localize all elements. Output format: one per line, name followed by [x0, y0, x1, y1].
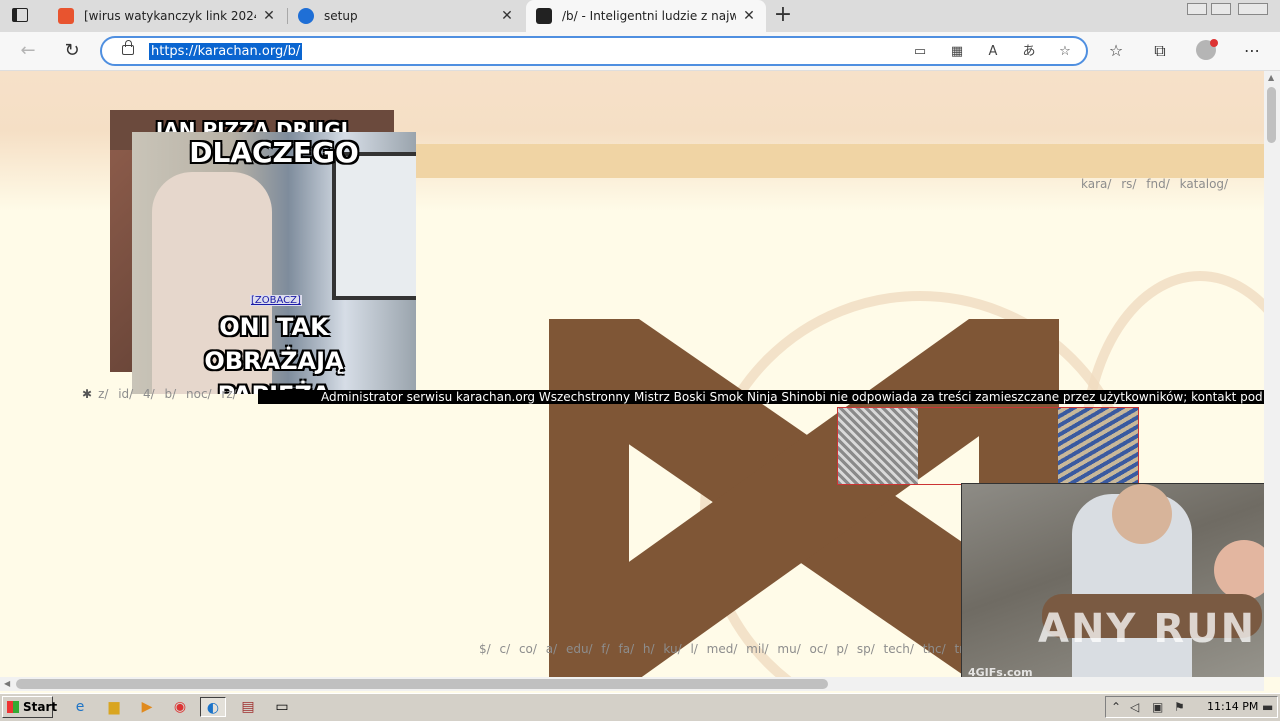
admin-banner-text: Administrator serwisu karachan.org Wszec… [321, 390, 1264, 404]
start-button[interactable]: Start [2, 696, 57, 718]
ad-image-front[interactable]: DLACZEGO [ZOBACZ] ONI TAK OBRAŻAJĄ PAPIE… [132, 132, 416, 394]
tab-wirus[interactable]: [wirus watykanczyk link 2024 do ✕ [48, 0, 286, 32]
clock[interactable]: 11:14 PM [1207, 700, 1258, 713]
gif-watermark: 4GIFs.com [968, 666, 1033, 677]
refresh-button[interactable]: ↻ [60, 39, 84, 63]
winrar-icon[interactable]: ▤ [237, 697, 259, 717]
board-nav-side[interactable]: ✱ z/ id/ 4/ b/ noc/ rz/ [82, 387, 237, 401]
read-aloud-icon[interactable]: A [983, 43, 1003, 61]
lock-icon[interactable] [122, 40, 134, 55]
address-bar[interactable]: https://karachan.org/b/ ▭ ▦ A あ ☆ [100, 36, 1088, 66]
zobacz-link[interactable]: [ZOBACZ] [250, 295, 302, 306]
collections-icon[interactable]: ⧉ [1148, 39, 1172, 63]
translate-icon[interactable]: あ [1019, 43, 1039, 61]
minimize-button[interactable] [1187, 3, 1207, 15]
tab-karachan-b[interactable]: /b/ - Inteligentni ludzie z najwyż ✕ [526, 0, 766, 32]
more-icon[interactable]: ⋯ [1240, 39, 1264, 63]
anyrun-watermark: ANY RUN [1038, 606, 1257, 652]
add-favorite-icon[interactable]: ☆ [1055, 43, 1075, 61]
face-image [1112, 484, 1172, 544]
close-tab-icon[interactable]: ✕ [742, 8, 756, 24]
show-desktop-icon[interactable]: ▬ [1262, 700, 1273, 714]
monitor-image [332, 152, 416, 300]
folder-icon[interactable]: ▆ [103, 697, 125, 717]
vertical-scroll-thumb[interactable] [1267, 87, 1276, 143]
internet-explorer-icon[interactable]: e [69, 697, 91, 717]
scroll-up-icon[interactable]: ▲ [1268, 73, 1274, 82]
header-band [410, 144, 1264, 178]
horizontal-scroll-thumb[interactable] [16, 679, 828, 689]
apps-icon[interactable]: ▦ [947, 43, 967, 61]
close-window-button[interactable] [1238, 3, 1268, 15]
tab-favicon-icon [298, 8, 314, 24]
ad-caption-top: DLACZEGO [189, 136, 359, 169]
url-text[interactable]: https://karachan.org/b/ [149, 43, 303, 60]
bug-icon: ✱ [82, 387, 93, 401]
scroll-left-icon[interactable]: ◀ [4, 679, 10, 688]
restore-button[interactable] [1211, 3, 1231, 15]
side-links-text[interactable]: z/ id/ 4/ b/ noc/ rz/ [98, 387, 237, 401]
taskbar: Start e ▆ ▶ ◉ ◐ ▤ ▭ ⌃ ◁ ▣ ⚑ 11:14 PM ▬ [0, 693, 1280, 721]
tab-title: [wirus watykanczyk link 2024 do [84, 9, 256, 23]
board-nav-bottom[interactable]: $/ c/ co/ a/ edu/ f/ fa/ h/ ku/ l/ med/ … [479, 642, 975, 656]
tab-title: setup [324, 9, 358, 23]
action-center-flag-icon[interactable]: ⚑ [1174, 700, 1185, 714]
tab-favicon-icon [58, 8, 74, 24]
admin-banner: Administrator serwisu karachan.org Wszec… [258, 390, 1264, 404]
immersive-reader-icon[interactable]: ▭ [910, 43, 930, 61]
network-icon[interactable]: ▣ [1152, 700, 1163, 714]
favorites-icon[interactable]: ☆ [1104, 39, 1128, 63]
volume-icon[interactable]: ◁ [1130, 700, 1139, 714]
vertical-scrollbar[interactable]: ▲ [1264, 71, 1280, 677]
tab-setup[interactable]: setup ✕ [288, 0, 524, 32]
page-viewport: kara/ rs/ fnd/ katalog/ JAN PIZZA DRUGI … [0, 71, 1264, 677]
chrome-icon[interactable]: ◉ [169, 697, 191, 717]
horizontal-scrollbar[interactable]: ◀ [0, 677, 1264, 691]
window-icon[interactable]: ▭ [271, 697, 293, 717]
tab-strip: [wirus watykanczyk link 2024 do ✕ setup … [0, 0, 1280, 32]
close-tab-icon[interactable]: ✕ [262, 8, 276, 24]
system-tray: ⌃ ◁ ▣ ⚑ 11:14 PM ▬ [1105, 696, 1278, 718]
tab-favicon-icon [536, 8, 552, 24]
back-button[interactable]: ← [16, 39, 40, 63]
close-tab-icon[interactable]: ✕ [500, 8, 514, 24]
board-nav-top[interactable]: kara/ rs/ fnd/ katalog/ [1081, 177, 1228, 191]
edge-icon[interactable]: ◐ [200, 697, 226, 717]
browser-toolbar: ← ↻ https://karachan.org/b/ ▭ ▦ A あ ☆ ☆ … [0, 32, 1280, 71]
ad-caption-bottom: ONI TAK OBRAŻAJĄ PAPIEŻA [204, 313, 344, 394]
media-player-icon[interactable]: ▶ [136, 697, 158, 717]
show-hidden-icons-icon[interactable]: ⌃ [1111, 700, 1121, 714]
tab-title: /b/ - Inteligentni ludzie z najwyż [562, 9, 736, 23]
new-tab-button[interactable]: + [772, 4, 794, 26]
tab-actions-menu-icon[interactable] [12, 8, 28, 22]
profile-icon[interactable] [1196, 39, 1218, 60]
post-thumbnail[interactable] [837, 407, 1139, 485]
popup-gif[interactable]: ANY RUN 4GIFs.com [961, 483, 1264, 677]
